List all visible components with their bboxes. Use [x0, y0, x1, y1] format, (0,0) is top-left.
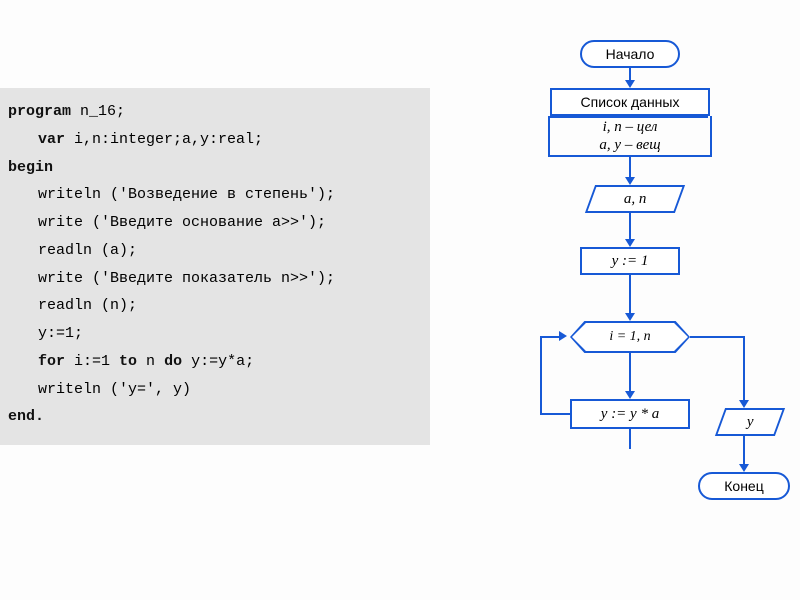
flow-datalist: Список данных: [550, 88, 710, 116]
flow-loop: i = 1, n: [570, 321, 690, 353]
code-line: readln (n);: [8, 292, 422, 320]
code-line: write ('Введите основание a>>');: [8, 209, 422, 237]
arrow: [743, 436, 745, 466]
keyword: do: [164, 353, 182, 370]
keyword: to: [119, 353, 137, 370]
code-line: program n_16;: [8, 98, 422, 126]
keyword: var: [38, 131, 65, 148]
flow-types: i, n – цел a, y – вещ: [550, 118, 710, 155]
keyword: program: [8, 103, 71, 120]
arrow: [629, 275, 631, 315]
arrow: [629, 157, 631, 179]
arrow-head-icon: [625, 80, 635, 88]
code-line: writeln ('Возведение в степень');: [8, 181, 422, 209]
code-text: i:=1: [65, 353, 119, 370]
label: Список данных: [581, 94, 680, 110]
code-line: begin: [8, 154, 422, 182]
arrow: [540, 413, 570, 415]
arrow-head-icon: [625, 177, 635, 185]
code-line: end.: [8, 403, 422, 431]
code-line: writeln ('y=', y): [8, 376, 422, 404]
arrow-head-icon: [739, 464, 749, 472]
code-line: write ('Введите показатель n>>');: [8, 265, 422, 293]
code-text: y:=y*a;: [182, 353, 254, 370]
label: i, n – цел: [603, 119, 658, 135]
label: y: [747, 414, 754, 431]
keyword: end.: [8, 408, 44, 425]
flow-output: y: [715, 408, 785, 436]
divider: [548, 116, 550, 155]
keyword: for: [38, 353, 65, 370]
arrow-head-icon: [625, 391, 635, 399]
code-text: i,n:integer;a,y:real;: [65, 131, 263, 148]
arrow-head-icon: [559, 331, 567, 341]
keyword: begin: [8, 159, 53, 176]
label: y := y * a: [601, 406, 659, 423]
code-line: var i,n:integer;a,y:real;: [8, 126, 422, 154]
label: Конец: [724, 478, 763, 494]
code-text: n: [137, 353, 164, 370]
code-text: n_16;: [71, 103, 125, 120]
arrow: [743, 336, 745, 402]
divider: [710, 116, 712, 155]
arrow: [629, 429, 631, 449]
label: a, n: [624, 191, 647, 208]
arrow: [629, 213, 631, 241]
code-line: for i:=1 to n do y:=y*a;: [8, 348, 422, 376]
flow-assign1: y := 1: [580, 247, 680, 275]
label: y := 1: [612, 253, 649, 270]
arrow-head-icon: [739, 400, 749, 408]
code-panel: program n_16; var i,n:integer;a,y:real; …: [0, 88, 430, 445]
flow-end: Конец: [698, 472, 790, 500]
code-line: y:=1;: [8, 320, 422, 348]
arrow: [690, 336, 745, 338]
label: a, y – вещ: [599, 137, 660, 153]
arrow-head-icon: [625, 313, 635, 321]
flow-assign2: y := y * a: [570, 399, 690, 429]
flow-start: Начало: [580, 40, 680, 68]
arrow: [629, 353, 631, 393]
code-line: readln (a);: [8, 237, 422, 265]
arrow: [540, 337, 542, 415]
arrow-head-icon: [625, 239, 635, 247]
label: Начало: [606, 46, 655, 62]
label: i = 1, n: [609, 329, 650, 345]
flowchart: Начало Список данных i, n – цел a, y – в…: [430, 40, 800, 600]
flow-input: a, n: [585, 185, 685, 213]
